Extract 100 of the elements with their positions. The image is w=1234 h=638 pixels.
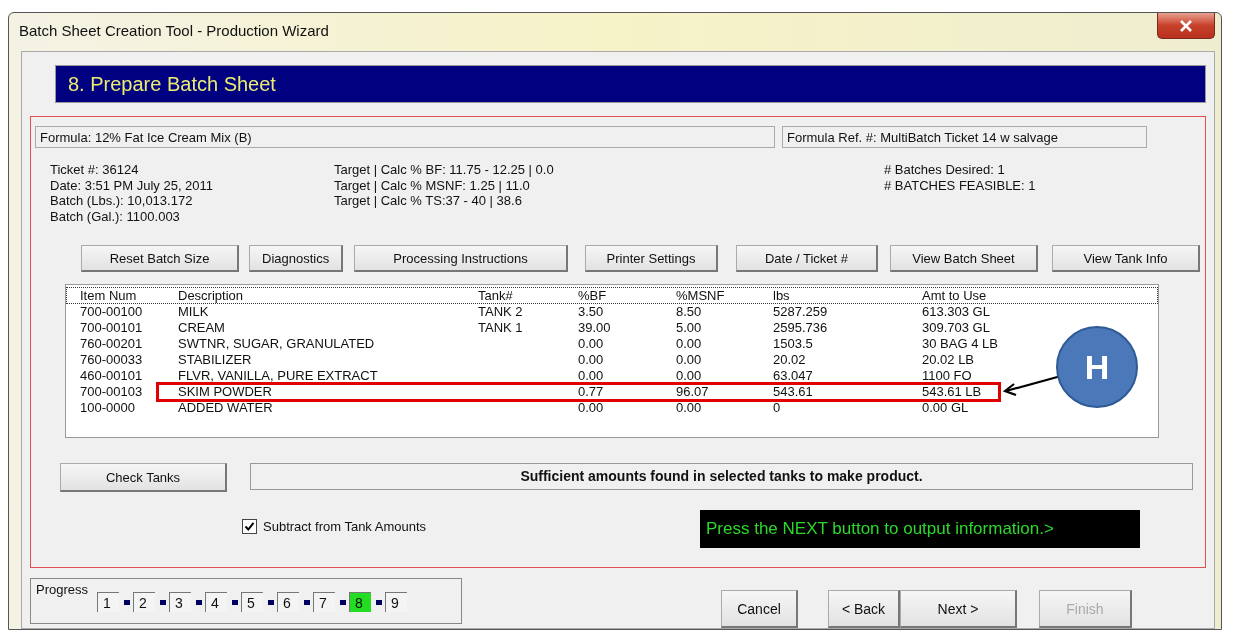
- table-cell-text: 0: [773, 400, 782, 416]
- column-header: Description: [178, 288, 245, 303]
- table-cell-text: 760-00201: [80, 336, 144, 352]
- column-header: Tank#: [478, 288, 514, 303]
- step-header: 8. Prepare Batch Sheet: [55, 65, 1206, 103]
- table-cell-text: 8.50: [676, 304, 703, 320]
- window-title: Batch Sheet Creation Tool - Production Wizard: [19, 22, 329, 39]
- table-cell-text: 63.047: [773, 368, 814, 384]
- table-cell-text: 0.00: [676, 336, 703, 352]
- formula-field: Formula: 12% Fat Ice Cream Mix (B): [35, 126, 775, 148]
- table-cell-text: 3.50: [578, 304, 605, 320]
- table-cell-text: 0.00 GL: [922, 400, 970, 416]
- toolbar-button[interactable]: Printer Settings: [585, 245, 718, 272]
- info-text: Date: 3:51 PM July 25, 2011: [50, 177, 215, 193]
- check-icon: [244, 520, 255, 532]
- table-cell-text: 100-0000: [80, 400, 136, 416]
- table-cell-text: 5287.259: [773, 304, 829, 320]
- table-cell-text: 0.00: [676, 368, 703, 384]
- prompt-message: Press the NEXT button to output information.>: [700, 510, 1140, 548]
- table-cell-text: STABILIZER: [178, 352, 253, 368]
- step-connector: [304, 599, 311, 605]
- formula-ref-field: Formula Ref. #: MultiBatch Ticket 14 w salvage: [782, 126, 1147, 148]
- check-tanks-button[interactable]: Check Tanks: [60, 463, 227, 492]
- table-cell-text: ADDED WATER: [178, 400, 274, 416]
- progress-step: 6: [277, 592, 300, 612]
- column-header: Item Num: [80, 288, 138, 303]
- column-header: lbs: [773, 288, 791, 303]
- table-cell-text: MILK: [178, 304, 210, 320]
- info-text: Target | Calc % TS:37 - 40 | 38.6: [334, 193, 523, 209]
- table-cell-text: 30 BAG 4 LB: [922, 336, 999, 352]
- progress-step: 7: [313, 592, 336, 612]
- toolbar-button[interactable]: Reset Batch Size: [81, 245, 239, 272]
- table-cell-text: 20.02: [773, 352, 807, 368]
- table-cell-text: TANK 1: [478, 320, 524, 336]
- progress-step: 3: [169, 592, 192, 612]
- toolbar-button[interactable]: View Tank Info: [1052, 245, 1200, 272]
- progress-label: Progress: [36, 582, 89, 597]
- table-cell-text: 0.00: [578, 336, 605, 352]
- step-connector: [376, 599, 383, 605]
- info-text: Batch (Gal.): 1100.003: [50, 208, 181, 224]
- column-header: %MSNF: [676, 288, 726, 303]
- column-header: %BF: [578, 288, 608, 303]
- table-cell-text: CREAM: [178, 320, 226, 336]
- table-cell-text: 2595.736: [773, 320, 829, 336]
- info-text: # BATCHES FEASIBLE: 1: [884, 177, 1036, 193]
- table-cell-text: 1503.5: [773, 336, 814, 352]
- table-cell-text: 5.00: [676, 320, 703, 336]
- step-connector: [196, 599, 203, 605]
- table-cell-text: 0.00: [578, 400, 605, 416]
- close-icon: [1179, 19, 1193, 32]
- table-cell-text: 460-00101: [80, 368, 144, 384]
- table-cell-text: 700-00103: [80, 384, 144, 400]
- table-cell-text: 700-00100: [80, 304, 144, 320]
- table-cell-text: SKIM POWDER: [178, 384, 273, 400]
- callout-badge: H: [1056, 326, 1138, 408]
- table-cell-text: 613.303 GL: [922, 304, 991, 320]
- progress-step: 9: [385, 592, 408, 612]
- nav-button[interactable]: Next >: [900, 590, 1017, 628]
- info-text: Batch (Lbs.): 10,013.172: [50, 193, 194, 209]
- toolbar-button[interactable]: Processing Instructions: [354, 245, 568, 272]
- step-connector: [268, 599, 275, 605]
- table-cell-text: 96.07: [676, 384, 710, 400]
- table-cell-text: FLVR, VANILLA, PURE EXTRACT: [178, 368, 379, 384]
- subtract-checkbox[interactable]: Subtract from Tank Amounts: [242, 518, 700, 534]
- table-cell-text: 760-00033: [80, 352, 144, 368]
- close-button[interactable]: [1157, 13, 1215, 39]
- table-cell-text: 0.00: [676, 400, 703, 416]
- progress-step: 8: [349, 592, 372, 612]
- toolbar-button[interactable]: Diagnostics: [249, 245, 343, 272]
- table-cell-text: 1100 FO: [922, 368, 973, 384]
- table-cell-text: 39.00: [578, 320, 612, 336]
- table-cell-text: 543.61 LB: [922, 384, 983, 400]
- step-connector: [232, 599, 239, 605]
- info-text: Target | Calc % BF: 11.75 - 12.25 | 0.0: [334, 162, 555, 178]
- step-connector: [340, 599, 347, 605]
- progress-step: 1: [97, 592, 120, 612]
- table-cell-text: 543.61: [773, 384, 814, 400]
- toolbar-button[interactable]: Date / Ticket #: [736, 245, 878, 272]
- progress-step: 5: [241, 592, 264, 612]
- table-cell-text: 20.02 LB: [922, 352, 976, 368]
- table-cell-text: SWTNR, SUGAR, GRANULATED: [178, 336, 376, 352]
- progress-step: 4: [205, 592, 228, 612]
- info-text: Target | Calc % MSNF: 1.25 | 11.0: [334, 177, 531, 193]
- progress-step: 2: [133, 592, 156, 612]
- nav-button[interactable]: < Back: [828, 590, 900, 628]
- table-cell-text: 0.00: [578, 352, 605, 368]
- table-cell-text: 0.77: [578, 384, 605, 400]
- table-cell-text: 309.703 GL: [922, 320, 991, 336]
- table-cell-text: 0.00: [676, 352, 703, 368]
- toolbar-button[interactable]: View Batch Sheet: [890, 245, 1038, 272]
- status-message: Sufficient amounts found in selected tanks to make product.: [250, 463, 1193, 490]
- table-cell-text: TANK 2: [478, 304, 524, 320]
- step-connector: [160, 599, 167, 605]
- nav-button[interactable]: Cancel: [721, 590, 798, 628]
- table-cell-text: 0.00: [578, 368, 605, 384]
- info-text: Ticket #: 36124: [50, 162, 140, 178]
- step-connector: [124, 599, 131, 605]
- column-header: Amt to Use: [922, 288, 988, 303]
- info-text: # Batches Desired: 1: [884, 162, 1006, 178]
- table-cell-text: 700-00101: [80, 320, 144, 336]
